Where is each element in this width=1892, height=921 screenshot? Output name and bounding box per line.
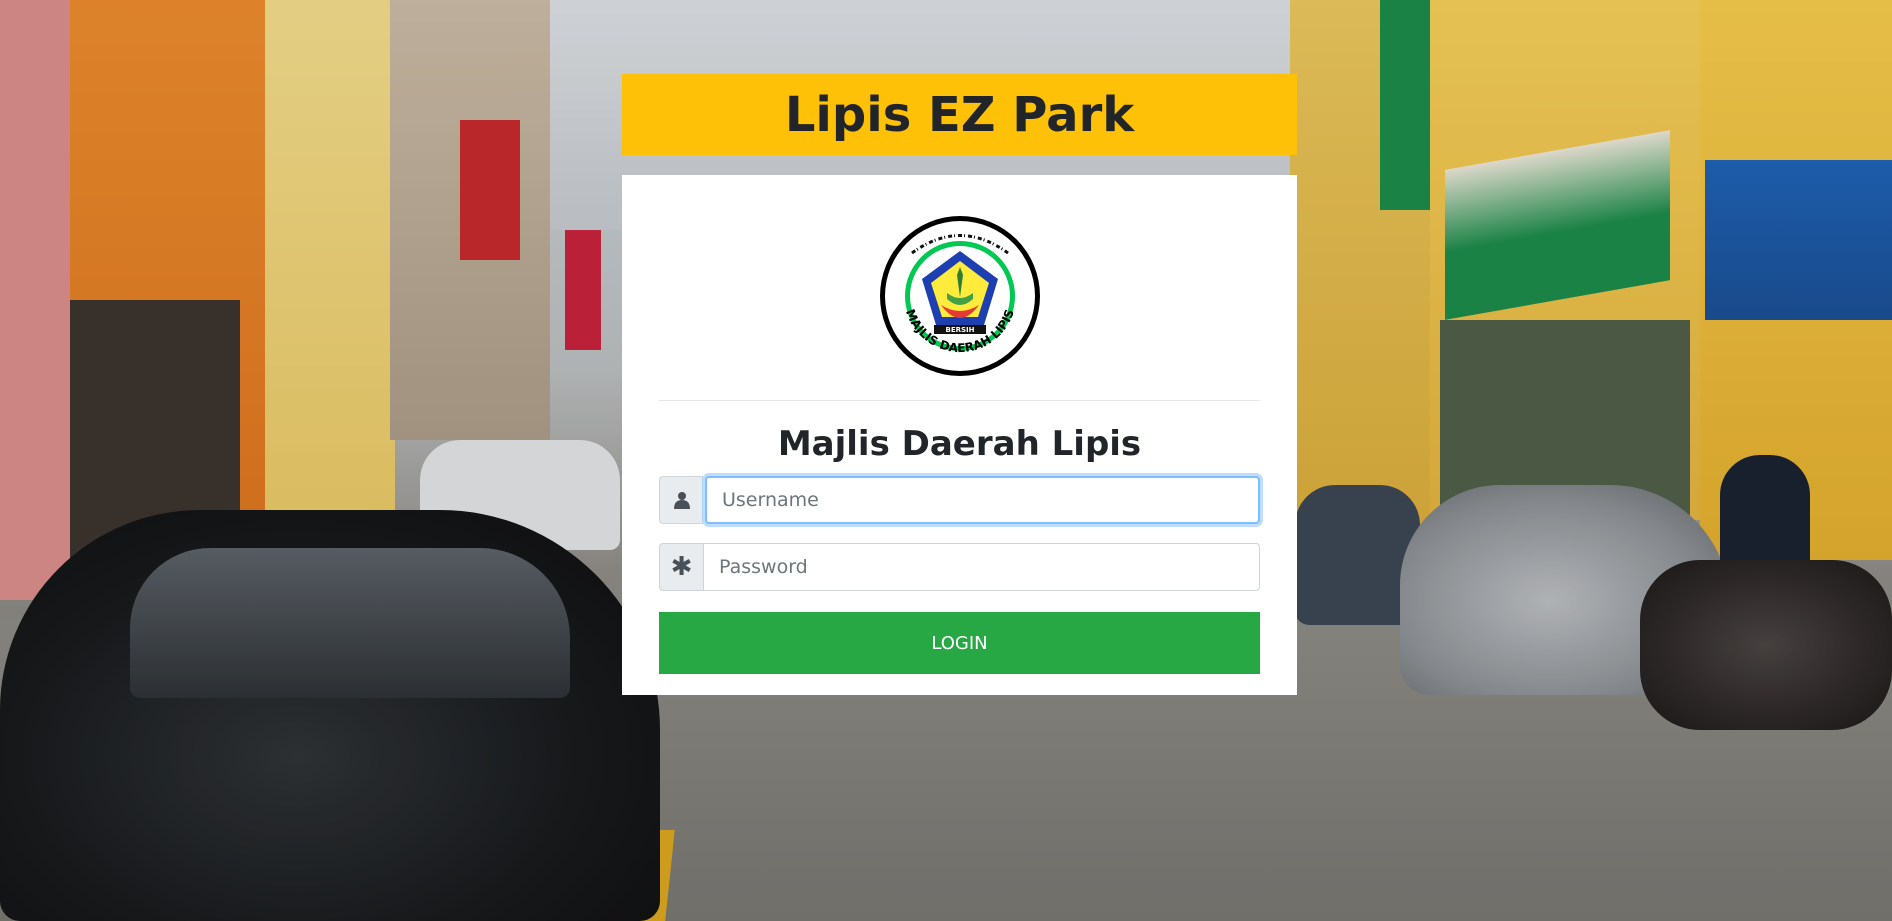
organization-name: Majlis Daerah Lipis	[777, 424, 1142, 464]
logo-badge-text: BERSIH	[945, 326, 974, 334]
divider	[659, 400, 1260, 401]
login-card: BERSIH MAJLIS DAERAH LIPIS Majlis Daerah…	[622, 175, 1297, 695]
asterisk-icon: ✱	[659, 543, 703, 591]
password-input[interactable]	[703, 543, 1260, 591]
majlis-daerah-lipis-logo: BERSIH MAJLIS DAERAH LIPIS	[879, 216, 1040, 376]
username-group	[659, 476, 1260, 524]
logo-container: BERSIH MAJLIS DAERAH LIPIS	[659, 175, 1260, 379]
app-title-bar: Lipis EZ Park	[622, 74, 1297, 155]
username-input[interactable]	[705, 476, 1260, 524]
user-icon	[659, 476, 703, 524]
password-group: ✱	[659, 543, 1260, 591]
app-title: Lipis EZ Park	[784, 86, 1135, 143]
login-button[interactable]: LOGIN	[659, 612, 1260, 674]
